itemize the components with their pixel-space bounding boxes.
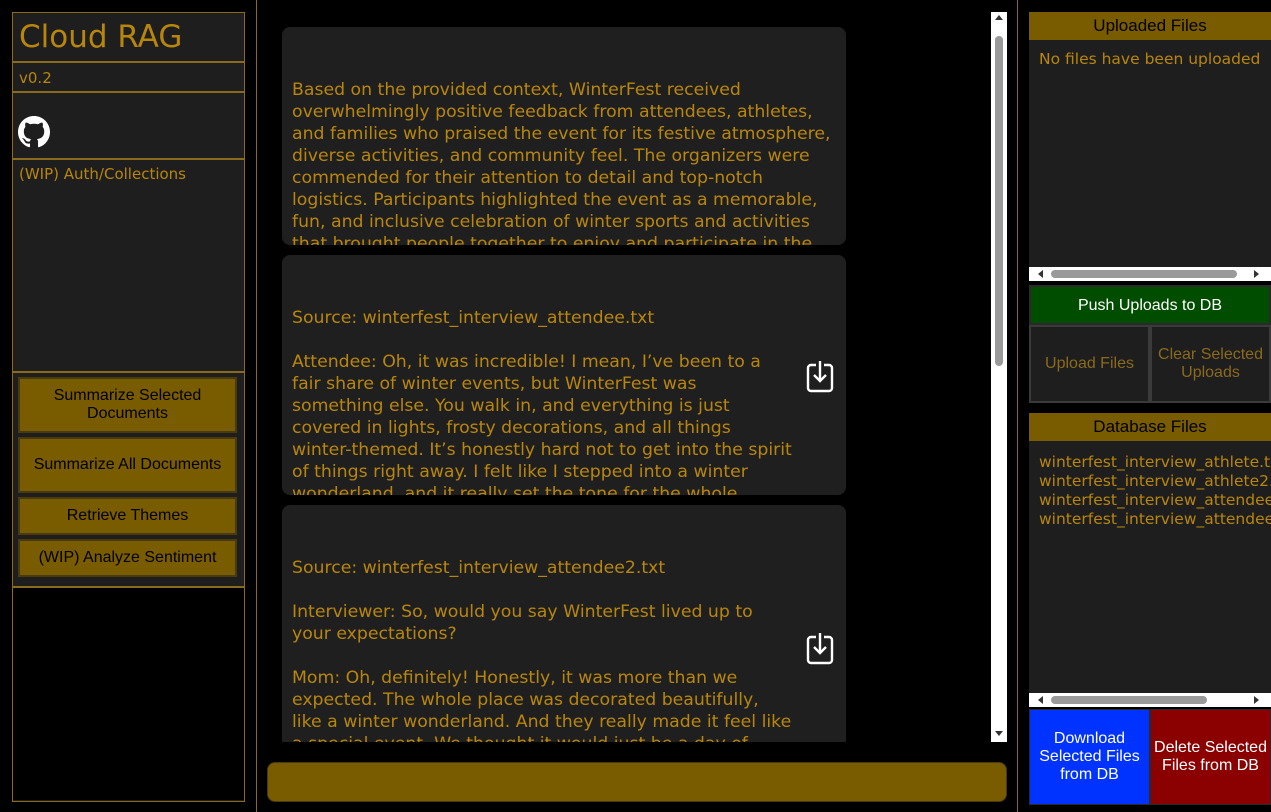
scrollbar-thumb[interactable] [1051,270,1237,278]
uploaded-files-header: Uploaded Files [1029,12,1271,40]
clear-uploads-button[interactable]: Clear Selected Uploads [1150,325,1271,403]
database-file-item[interactable]: winterfest_interview_attendee.txt [1039,491,1271,510]
summarize-all-button[interactable]: Summarize All Documents [18,437,237,493]
github-icon[interactable] [18,116,50,148]
summarize-selected-button[interactable]: Summarize Selected Documents [18,377,237,433]
download-files-button[interactable]: Download Selected Files from DB [1029,709,1150,805]
database-file-item[interactable]: winterfest_interview_athlete2.txt [1039,472,1271,491]
uploaded-files-hscrollbar[interactable] [1029,267,1271,281]
database-button-row: Download Selected Files from DB Delete S… [1029,709,1271,805]
uploaded-files-empty-text: No files have been uploaded [1039,50,1261,68]
upload-button-row: Upload Files Clear Selected Uploads [1029,325,1271,403]
analyze-sentiment-button[interactable]: (WIP) Analyze Sentiment [18,539,237,577]
scroll-down-arrow-icon[interactable] [995,731,1003,736]
auth-collections-label: (WIP) Auth/Collections [19,165,186,183]
sidebar-empty-area [13,588,244,800]
download-icon[interactable] [806,631,834,665]
scrollbar-thumb[interactable] [995,36,1003,366]
app-title: Cloud RAG [13,13,244,63]
scroll-left-arrow-icon[interactable] [1038,696,1043,704]
push-uploads-button[interactable]: Push Uploads to DB [1029,285,1271,325]
chat-scrollbar[interactable] [991,12,1007,742]
chat-history[interactable]: Based on the provided context, WinterFes… [267,12,1007,742]
divider [256,0,257,812]
scroll-up-arrow-icon[interactable] [995,15,1003,20]
chat-message: Source: winterfest_interview_attendee.tx… [282,255,846,495]
chat-message-text: Source: winterfest_interview_attendee.tx… [292,308,792,495]
database-section: Database Files winterfest_interview_athl… [1029,413,1271,805]
scroll-right-arrow-icon[interactable] [1254,696,1259,704]
chat-message: Based on the provided context, WinterFes… [282,27,846,245]
github-link[interactable] [13,93,244,160]
auth-collections-panel: (WIP) Auth/Collections [13,160,244,373]
database-files-header: Database Files [1029,413,1271,441]
database-files-list[interactable]: winterfest_interview_athlete.txt winterf… [1029,441,1271,693]
app-version: v0.2 [13,63,244,93]
scrollbar-thumb[interactable] [1051,696,1207,704]
scroll-left-arrow-icon[interactable] [1038,270,1043,278]
chat-message-text: Based on the provided context, WinterFes… [292,80,831,245]
uploaded-files-list[interactable]: No files have been uploaded [1029,40,1271,267]
retrieve-themes-button[interactable]: Retrieve Themes [18,497,237,535]
upload-files-button[interactable]: Upload Files [1029,325,1150,403]
delete-files-button[interactable]: Delete Selected Files from DB [1150,709,1271,805]
chat-message: Source: winterfest_interview_attendee2.t… [282,505,846,742]
chat-input[interactable] [267,762,1007,802]
database-file-item[interactable]: winterfest_interview_attendee2.txt [1039,510,1271,529]
sidebar: Cloud RAG v0.2 (WIP) Auth/Collections Su… [12,12,245,802]
database-files-hscrollbar[interactable] [1029,693,1271,707]
database-file-item[interactable]: winterfest_interview_athlete.txt [1039,453,1271,472]
download-icon[interactable] [806,359,834,393]
chat-message-text: Source: winterfest_interview_attendee2.t… [292,558,792,742]
divider [1017,0,1018,812]
scroll-right-arrow-icon[interactable] [1254,270,1259,278]
action-button-group: Summarize Selected Documents Summarize A… [13,373,244,588]
file-panel: Uploaded Files No files have been upload… [1029,12,1271,805]
